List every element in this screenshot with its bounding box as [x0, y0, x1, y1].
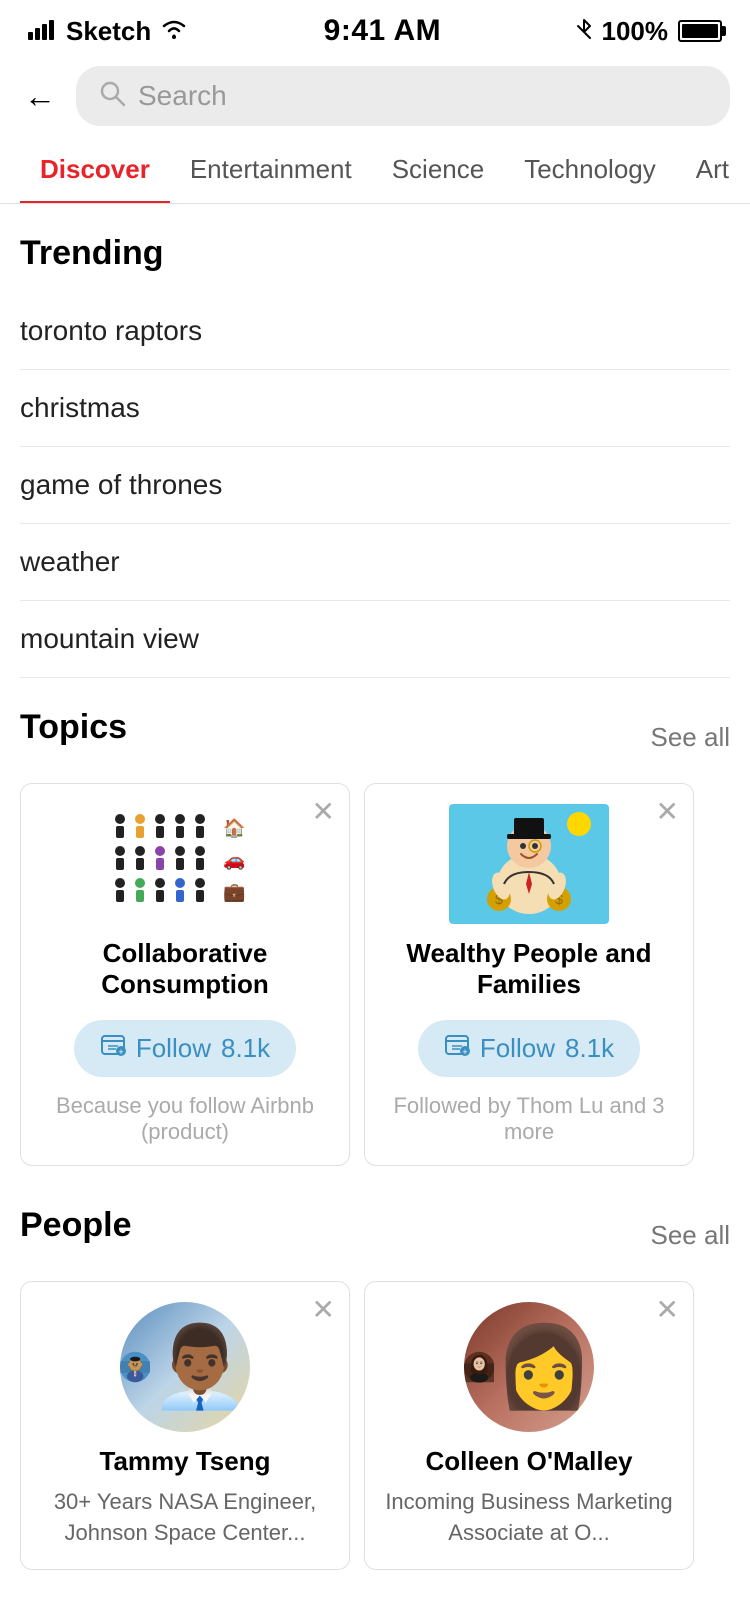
tab-art[interactable]: Art	[676, 136, 749, 203]
tab-entertainment[interactable]: Entertainment	[170, 136, 372, 203]
topic-name-wealthy: Wealthy People and Families	[385, 938, 673, 1000]
people-title: People	[20, 1206, 131, 1245]
trending-title: Trending	[20, 234, 730, 273]
close-icon-wealthy[interactable]: ✕	[656, 798, 679, 826]
topic-reason-collab: Because you follow Airbnb (product)	[41, 1093, 329, 1145]
tab-technology[interactable]: Technology	[504, 136, 676, 203]
topics-title: Topics	[20, 708, 127, 747]
battery-icon	[678, 20, 722, 42]
search-placeholder: Search	[138, 80, 227, 112]
signal-icon	[28, 16, 58, 47]
svg-text:🏠: 🏠	[223, 818, 245, 838]
tab-science[interactable]: Science	[372, 136, 505, 203]
back-arrow-icon: ←	[24, 78, 56, 115]
topic-image-collab: 🏠 🚗 💼	[105, 804, 265, 924]
topics-see-all[interactable]: See all	[651, 722, 731, 753]
topics-scroll: ✕	[0, 783, 750, 1176]
svg-text:+: +	[462, 1047, 467, 1057]
status-bar: Sketch 9:41 AM 100%	[0, 0, 750, 56]
tab-discover[interactable]: Discover	[20, 136, 170, 203]
trending-item-2[interactable]: christmas	[20, 370, 730, 447]
trending-item-3[interactable]: game of thrones	[20, 447, 730, 524]
trending-item-1[interactable]: toronto raptors	[20, 293, 730, 370]
topic-card-collab: ✕	[20, 783, 350, 1166]
avatar-colleen	[464, 1302, 594, 1432]
follow-label-collab: Follow	[136, 1033, 211, 1064]
bluetooth-icon	[576, 16, 592, 47]
people-header: People See all	[0, 1176, 750, 1281]
search-bar[interactable]: Search	[76, 66, 730, 126]
svg-text:+: +	[118, 1047, 123, 1057]
follow-button-wealthy[interactable]: + Follow 8.1k	[418, 1020, 640, 1077]
topic-image-wealthy: $ $	[449, 804, 609, 924]
trending-list: toronto raptors christmas game of throne…	[20, 293, 730, 678]
topics-header: Topics See all	[0, 678, 750, 783]
wifi-icon	[159, 16, 189, 47]
close-icon-tammy[interactable]: ✕	[312, 1296, 335, 1324]
trending-section: Trending toronto raptors christmas game …	[0, 204, 750, 678]
nav-tabs: Discover Entertainment Science Technolog…	[0, 136, 750, 204]
battery-percent: 100%	[602, 16, 669, 47]
status-left: Sketch	[28, 16, 189, 47]
trending-item-5[interactable]: mountain view	[20, 601, 730, 678]
follow-count-wealthy: 8.1k	[565, 1033, 614, 1064]
status-right: 100%	[576, 16, 723, 47]
follow-icon-wealthy: +	[444, 1032, 470, 1065]
follow-icon-collab: +	[100, 1032, 126, 1065]
search-icon	[98, 79, 126, 114]
topic-card-wealthy: ✕	[364, 783, 694, 1166]
follow-count-collab: 8.1k	[221, 1033, 270, 1064]
svg-text:💼: 💼	[223, 882, 245, 902]
person-name-tammy: Tammy Tseng	[100, 1446, 271, 1477]
trending-item-4[interactable]: weather	[20, 524, 730, 601]
back-button[interactable]: ←	[20, 76, 60, 116]
follow-button-collab[interactable]: + Follow 8.1k	[74, 1020, 296, 1077]
person-desc-colleen: Incoming Business Marketing Associate at…	[381, 1487, 677, 1549]
person-card-colleen: ✕	[364, 1281, 694, 1570]
svg-text:🚗: 🚗	[223, 850, 245, 870]
close-icon-colleen[interactable]: ✕	[656, 1296, 679, 1324]
avatar-tammy	[120, 1302, 250, 1432]
status-time: 9:41 AM	[324, 14, 441, 48]
topic-name-collab: Collaborative Consumption	[41, 938, 329, 1000]
people-scroll: ✕	[0, 1281, 750, 1590]
person-desc-tammy: 30+ Years NASA Engineer, Johnson Space C…	[37, 1487, 333, 1549]
person-name-colleen: Colleen O'Malley	[425, 1446, 632, 1477]
carrier-name: Sketch	[66, 16, 151, 47]
topic-reason-wealthy: Followed by Thom Lu and 3 more	[385, 1093, 673, 1145]
people-see-all[interactable]: See all	[651, 1220, 731, 1251]
follow-label-wealthy: Follow	[480, 1033, 555, 1064]
person-card-tammy: ✕	[20, 1281, 350, 1570]
close-icon-collab[interactable]: ✕	[312, 798, 335, 826]
header: ← Search	[0, 56, 750, 136]
